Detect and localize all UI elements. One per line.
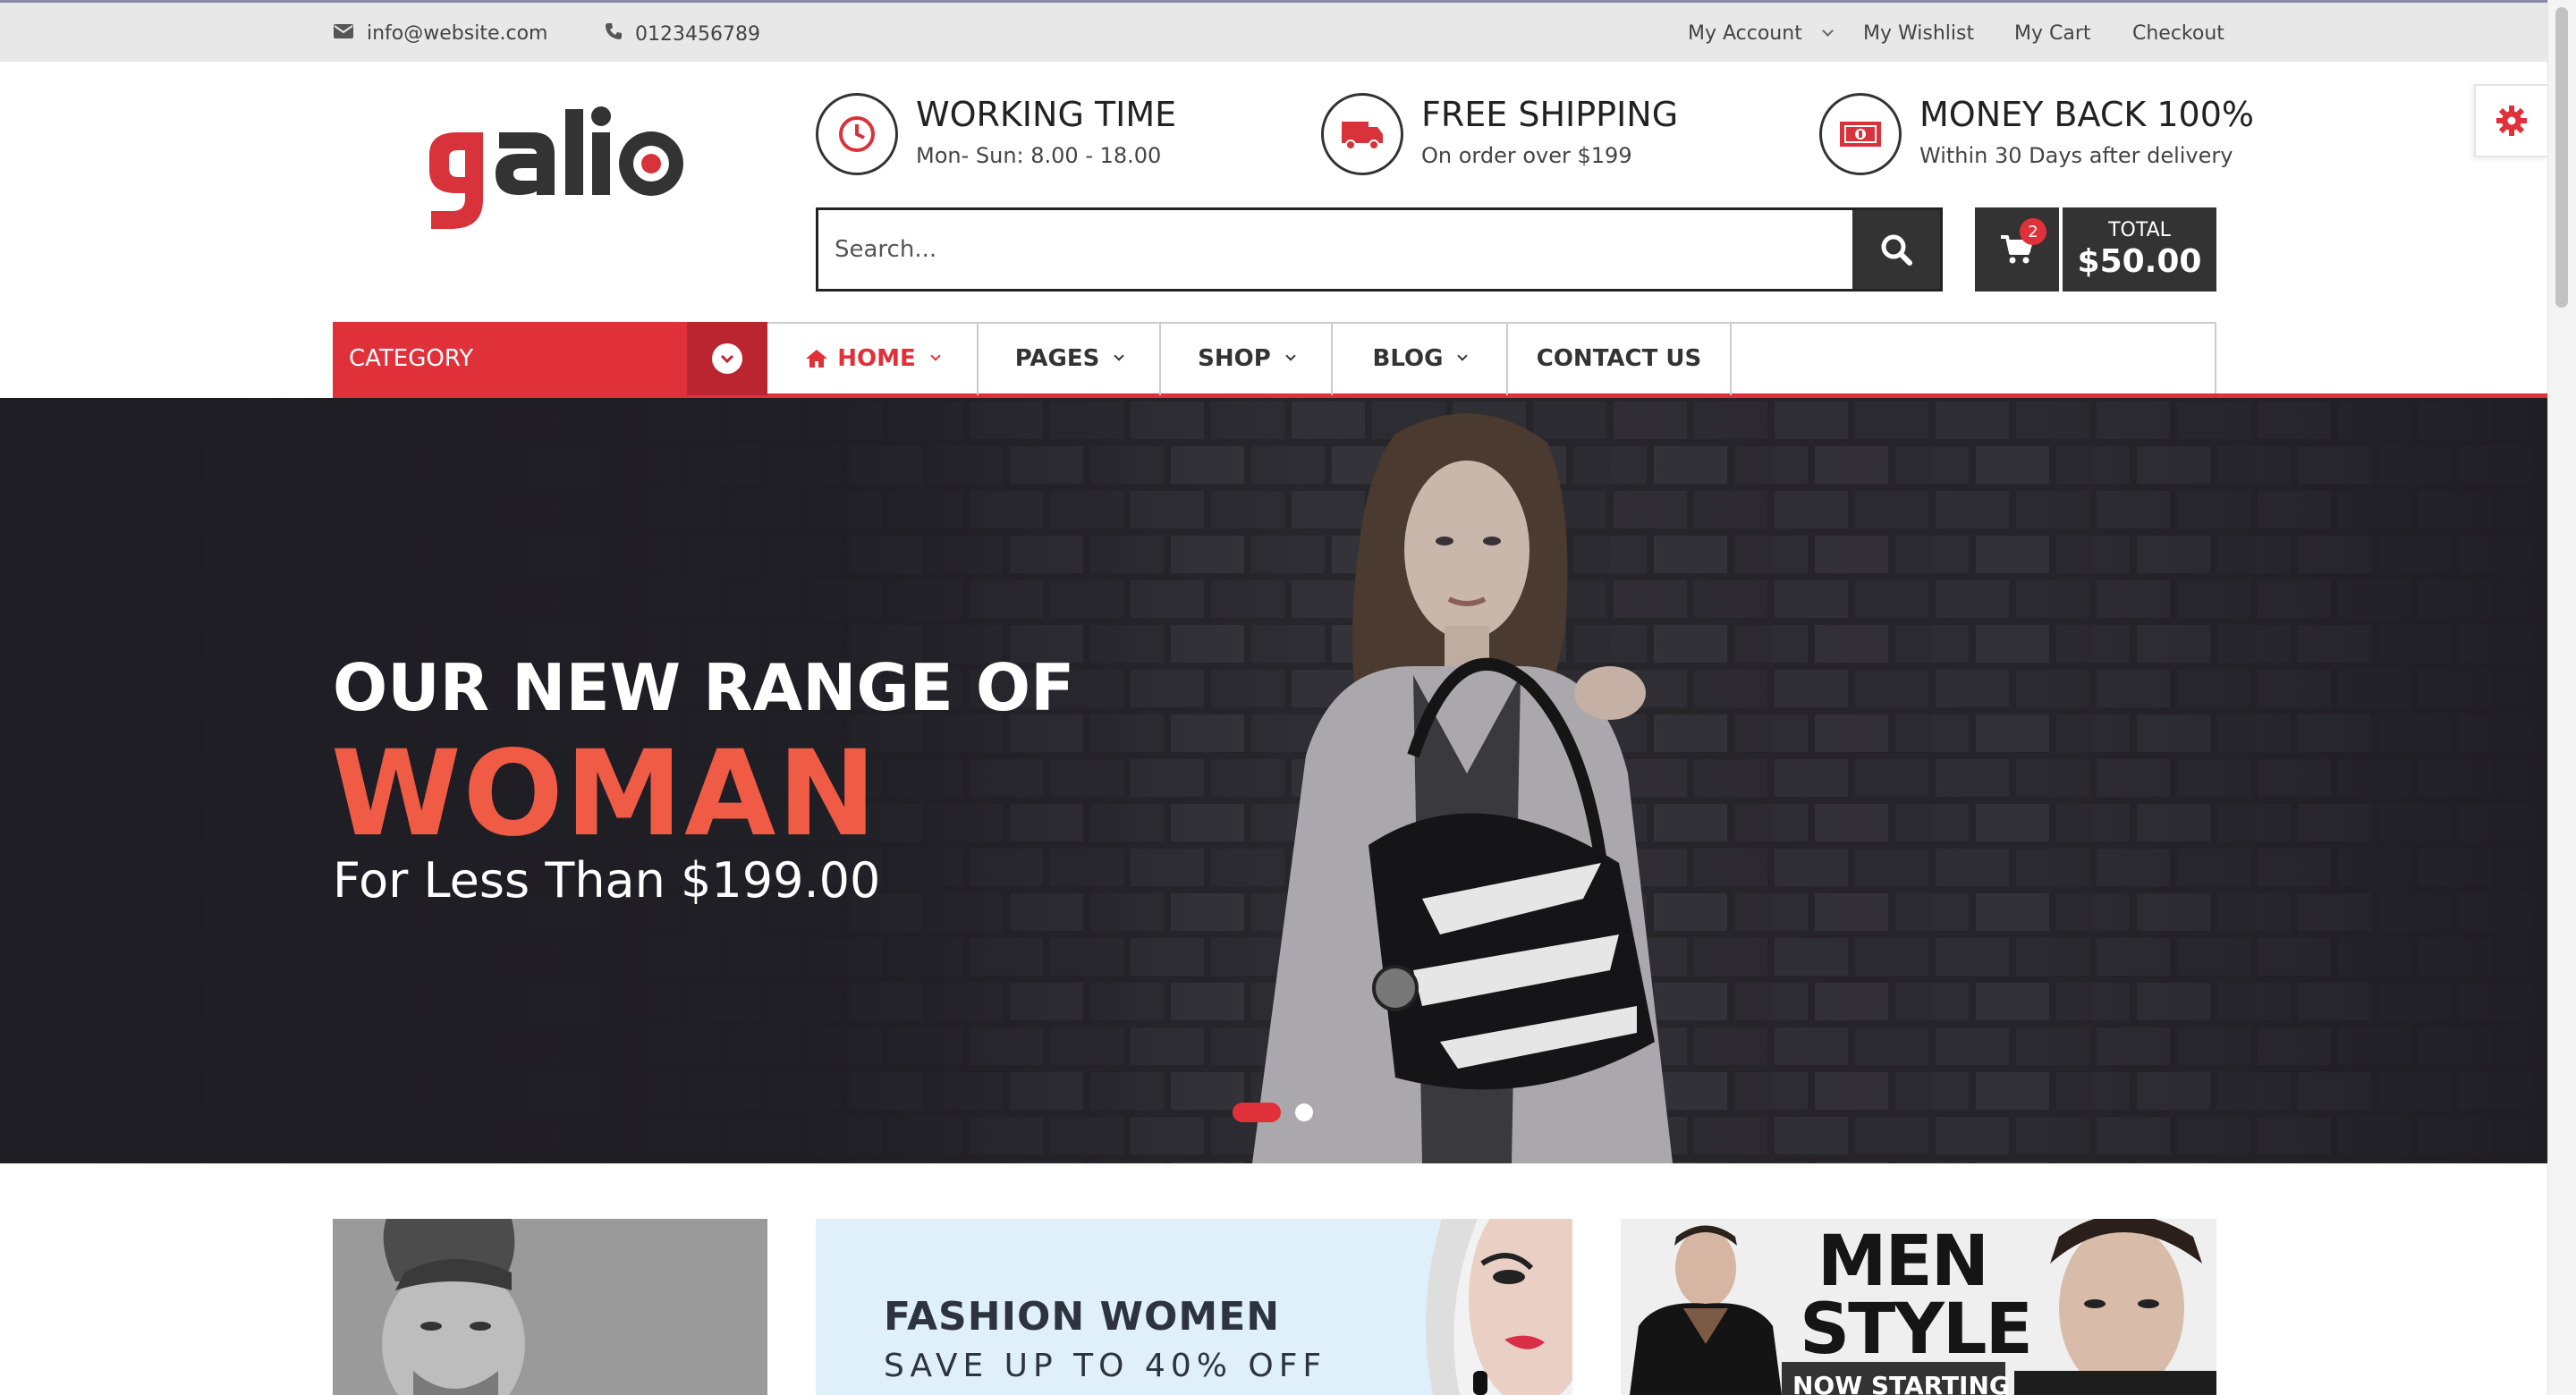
my-cart-link[interactable]: My Cart	[2014, 22, 2091, 45]
money-icon	[1819, 93, 1902, 175]
nav-item-contact[interactable]: CONTACT US	[1508, 322, 1732, 395]
cart-total[interactable]: TOTAL $50.00	[2063, 207, 2216, 292]
truck-icon	[1321, 93, 1403, 175]
category-toggle[interactable]	[687, 322, 767, 395]
cart-count-badge: 2	[2020, 218, 2046, 245]
model-woman-image	[1252, 413, 1673, 1163]
feature-title: FREE SHIPPING	[1421, 95, 1679, 134]
cart-total-value: $50.00	[2077, 243, 2202, 280]
nav-contact-label: CONTACT US	[1536, 345, 1702, 372]
checkout-label: Checkout	[2132, 22, 2224, 45]
search-icon	[1881, 234, 1912, 266]
mini-cart[interactable]: 2 TOTAL $50.00	[1975, 207, 2216, 292]
feature-title: MONEY BACK 100%	[1919, 95, 2254, 134]
checkout-link[interactable]: Checkout	[2132, 22, 2224, 45]
clock-icon	[816, 93, 898, 175]
cart-total-label: TOTAL	[2108, 219, 2171, 241]
nav-item-blog[interactable]: BLOG	[1333, 322, 1508, 395]
search-bar	[816, 207, 1943, 292]
banner-women-title: FASHION WOMEN	[884, 1294, 1281, 1340]
slider-dot-active[interactable]	[1233, 1103, 1281, 1122]
my-account-link[interactable]: My Account	[1688, 22, 1834, 45]
nav-item-shop[interactable]: SHOP	[1161, 322, 1333, 395]
my-account-label: My Account	[1688, 22, 1802, 45]
my-cart-label: My Cart	[2014, 22, 2091, 45]
cart-button[interactable]: 2	[1975, 207, 2059, 292]
nav-item-home[interactable]: HOME	[767, 322, 979, 395]
category-menu[interactable]: CATEGORY	[333, 322, 767, 395]
chevron-down-icon	[1821, 25, 1834, 37]
nav-blog-label: BLOG	[1372, 345, 1444, 372]
email-text: info@website.com	[367, 22, 548, 45]
chevron-down-icon	[930, 351, 941, 361]
chevron-down-icon	[1285, 351, 1296, 361]
scrollbar-thumb[interactable]	[2555, 7, 2568, 308]
hero-slider[interactable]: OUR NEW RANGE OF WOMAN For Less Than $19…	[0, 398, 2547, 1163]
nav-item-pages[interactable]: PAGES	[979, 322, 1161, 395]
slider-pagination	[1233, 1103, 1313, 1122]
chevron-down-icon	[720, 354, 734, 363]
envelope-icon	[333, 22, 354, 45]
settings-toggle[interactable]	[2474, 84, 2547, 157]
banner-men-style[interactable]: MEN STYLE NOW STARTING	[1621, 1219, 2216, 1395]
nav-pages-label: PAGES	[1014, 345, 1100, 372]
phone-icon	[605, 22, 623, 46]
banner-women-subtitle: SAVE UP TO 40% OFF	[884, 1348, 1327, 1384]
feature-subtitle: On order over $199	[1421, 143, 1632, 168]
banner-fashion-women[interactable]: FASHION WOMEN SAVE UP TO 40% OFF	[816, 1219, 1572, 1395]
feature-free-shipping: FREE SHIPPING On order over $199	[1321, 93, 1678, 175]
gear-icon	[2496, 106, 2527, 136]
chevron-down-icon	[1114, 351, 1124, 361]
feature-working-time: WORKING TIME Mon- Sun: 8.00 - 18.00	[816, 93, 1176, 175]
contact-phone[interactable]: 0123456789	[605, 22, 760, 46]
slider-dot[interactable]	[1295, 1103, 1313, 1121]
home-icon	[806, 350, 828, 368]
my-wishlist-label: My Wishlist	[1863, 22, 1975, 45]
hero-heading-highlight: WOMAN	[331, 725, 878, 863]
phone-text: 0123456789	[635, 22, 760, 46]
nav-home-label: HOME	[837, 345, 916, 372]
feature-title: WORKING TIME	[916, 95, 1177, 134]
feature-subtitle: Within 30 Days after delivery	[1919, 143, 2233, 168]
category-label: CATEGORY	[349, 345, 474, 372]
site-logo[interactable]	[413, 106, 691, 240]
chevron-down-icon	[1457, 351, 1469, 361]
page-scrollbar[interactable]	[2547, 0, 2576, 1395]
search-input[interactable]	[818, 210, 1852, 289]
contact-email[interactable]: info@website.com	[333, 22, 547, 45]
banner-men-beanie[interactable]	[333, 1219, 767, 1395]
feature-subtitle: Mon- Sun: 8.00 - 18.00	[916, 143, 1162, 168]
banner-men-subtitle: NOW STARTING	[1792, 1371, 2010, 1395]
man-portrait-image	[333, 1219, 767, 1395]
hero-subheading: For Less Than $199.00	[333, 852, 881, 909]
nav-shop-label: SHOP	[1198, 345, 1271, 372]
hero-heading-line1: OUR NEW RANGE OF	[333, 650, 1075, 725]
banner-men-title: MEN STYLE	[1800, 1222, 2033, 1370]
top-bar: info@website.com 0123456789 My Account M…	[0, 0, 2547, 62]
search-button[interactable]	[1852, 210, 1940, 289]
my-wishlist-link[interactable]: My Wishlist	[1863, 22, 1974, 45]
feature-money-back: MONEY BACK 100% Within 30 Days after del…	[1819, 93, 2254, 175]
